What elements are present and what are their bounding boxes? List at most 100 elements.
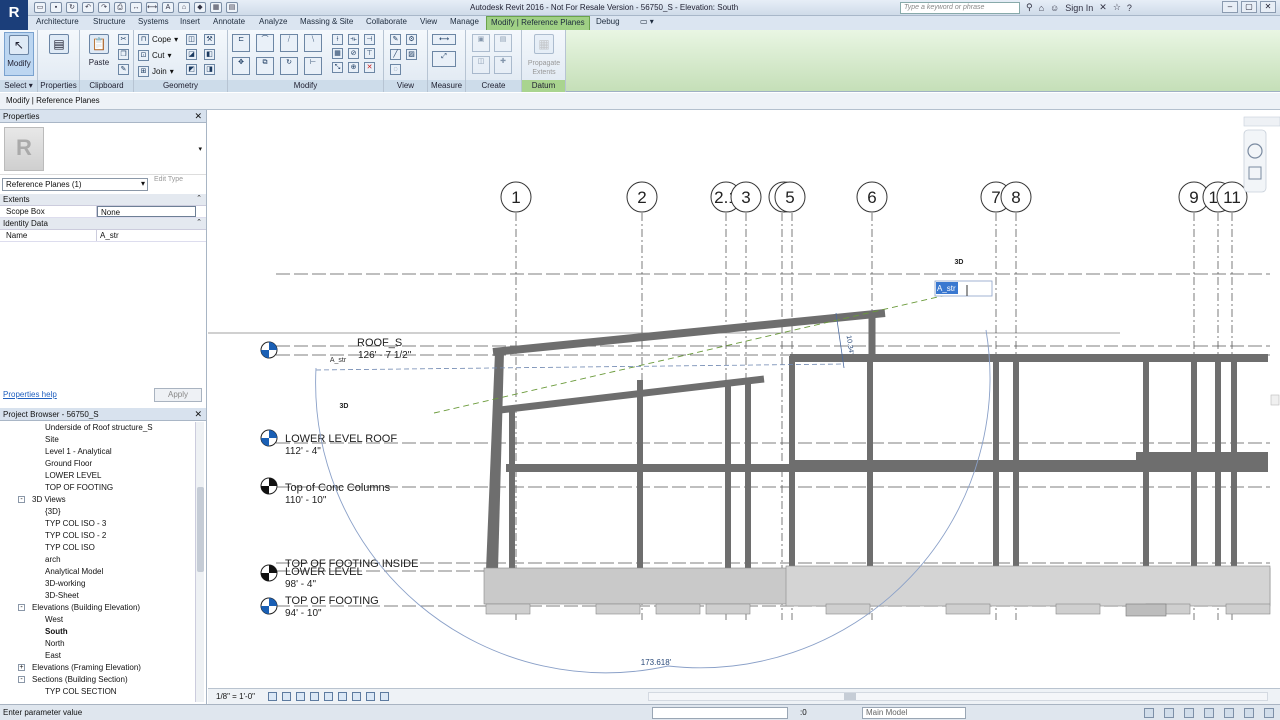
browser-item[interactable]: - Elevations (Building Elevation) — [0, 602, 196, 614]
mirror-draw-axis-icon[interactable]: ⧹ — [304, 34, 322, 52]
sun-path-icon[interactable] — [296, 692, 305, 701]
unpin-icon[interactable]: ⊘ — [348, 48, 359, 59]
view-settings-icon[interactable]: ⚙ — [406, 34, 417, 45]
tab-structure[interactable]: Structure — [93, 17, 125, 26]
workset-field[interactable] — [652, 707, 788, 719]
help-icon[interactable]: ? — [1127, 3, 1132, 13]
type-dropdown-icon[interactable]: ▾ — [198, 145, 202, 153]
browser-item[interactable]: - Sections (Building Section) — [0, 674, 196, 686]
modify-button[interactable]: ↖ Modify — [4, 32, 34, 76]
mirror-pick-axis-icon[interactable]: ⧸ — [280, 34, 298, 52]
browser-item[interactable]: West — [0, 614, 196, 626]
paint-icon[interactable]: ◩ — [186, 64, 197, 75]
cut-geometry-button[interactable]: ⊡ Cut ▾ — [138, 50, 171, 61]
close-icon[interactable]: ✕ — [1260, 1, 1276, 13]
tab-overflow-icon[interactable]: ▭ ▾ — [640, 17, 654, 26]
section-icon[interactable]: ◆ — [194, 2, 206, 13]
create-group-icon[interactable]: ◫ — [472, 56, 490, 74]
browser-item[interactable]: TYP COL ISO - 2 — [0, 530, 196, 542]
join-button[interactable]: ⊞ Join ▾ — [138, 66, 174, 77]
tab-insert[interactable]: Insert — [180, 17, 200, 26]
browser-item[interactable]: Ground Floor — [0, 458, 196, 470]
split-gap-icon[interactable]: ⟛ — [348, 34, 359, 45]
browser-item[interactable]: TOP OF FOOTING — [0, 482, 196, 494]
select-panel-label[interactable]: Select ▾ — [0, 80, 37, 92]
drag-elements-icon[interactable] — [1244, 708, 1254, 718]
exchange-icon[interactable]: ✕ — [1099, 2, 1107, 13]
visual-style-icon[interactable] — [282, 692, 291, 701]
match-type-icon[interactable]: ✎ — [118, 64, 129, 75]
browser-item[interactable]: Underside of Roof structure_S — [0, 422, 196, 434]
horizontal-scrollbar[interactable] — [648, 692, 1268, 701]
select-underlay-icon[interactable] — [1184, 708, 1194, 718]
elevation-drawing[interactable]: 122.134567891011ROOF_S126' - 7 1/2"LOWER… — [208, 110, 1280, 688]
tab-massing-site[interactable]: Massing & Site — [300, 17, 353, 26]
collapse-node-icon[interactable]: - — [18, 496, 25, 503]
minimize-icon[interactable]: – — [1222, 1, 1238, 13]
model-field[interactable]: Main Model — [862, 707, 966, 719]
select-links-icon[interactable] — [1164, 708, 1174, 718]
delete-icon[interactable]: ✕ — [364, 62, 375, 73]
horizontal-scroll-thumb[interactable] — [844, 693, 856, 700]
name-field[interactable]: A_str — [97, 230, 206, 241]
filter-icon[interactable] — [1264, 708, 1274, 718]
propagate-extents-button[interactable]: ▦ Propagate Extents — [526, 32, 562, 76]
remove-paint-icon[interactable]: ◧ — [204, 49, 215, 60]
create-similar-icon[interactable]: ✚ — [494, 56, 512, 74]
browser-item[interactable]: arch — [0, 554, 196, 566]
redo-icon[interactable]: ↷ — [98, 2, 110, 13]
browser-item[interactable]: Level 1 - Analytical — [0, 446, 196, 458]
browser-item[interactable]: Site — [0, 434, 196, 446]
browser-item[interactable]: + Elevations (Framing Elevation) — [0, 662, 196, 674]
browser-item[interactable]: -3D Views — [0, 494, 196, 506]
tab-architecture[interactable]: Architecture — [36, 17, 79, 26]
3d-view-icon[interactable]: ⌂ — [178, 2, 190, 13]
prop-group-extents[interactable]: Extents ⌃ — [0, 194, 206, 206]
type-properties-button[interactable]: ▤ — [44, 32, 74, 76]
view-scale[interactable]: 1/8" = 1'-0" — [216, 692, 255, 701]
aligned-dimension-icon[interactable]: ⤢ — [432, 51, 456, 67]
collapse-node-icon[interactable]: - — [18, 676, 25, 683]
paint-by-element-icon[interactable]: ▨ — [406, 49, 417, 60]
close-project-browser-icon[interactable]: ✕ — [194, 409, 202, 420]
help-search-input[interactable]: Type a keyword or phrase — [900, 2, 1020, 14]
star-icon[interactable]: ☆ — [1113, 2, 1121, 13]
detail-level-icon[interactable] — [268, 692, 277, 701]
browser-item[interactable]: TYP COL SECTION — [0, 686, 196, 698]
browser-item[interactable]: 3D-Sheet — [0, 590, 196, 602]
create-parts-icon[interactable]: ▤ — [494, 34, 512, 52]
split-face-icon[interactable]: ◪ — [186, 49, 197, 60]
copy-icon[interactable]: ❐ — [118, 49, 129, 60]
trim-single-icon[interactable]: ⊤ — [364, 48, 375, 59]
edit-type-button[interactable]: Edit Type — [154, 176, 183, 183]
shadows-icon[interactable] — [310, 692, 319, 701]
tab-systems[interactable]: Systems — [138, 17, 169, 26]
drawing-area[interactable]: 122.134567891011ROOF_S126' - 7 1/2"LOWER… — [208, 110, 1280, 688]
sync-icon[interactable]: ↻ — [66, 2, 78, 13]
switch-windows-icon[interactable]: ▤ — [226, 2, 238, 13]
print-icon[interactable]: ⎙ — [114, 2, 126, 13]
tab-view[interactable]: View — [420, 17, 437, 26]
select-by-face-icon[interactable] — [1224, 708, 1234, 718]
collapse-node-icon[interactable]: - — [18, 604, 25, 611]
text-icon[interactable]: A — [162, 2, 174, 13]
browser-item[interactable]: East — [0, 650, 196, 662]
show-crop-icon[interactable] — [338, 692, 347, 701]
tab-annotate[interactable]: Annotate — [213, 17, 245, 26]
properties-help-link[interactable]: Properties help — [3, 390, 57, 399]
reveal-hidden-icon[interactable] — [366, 692, 375, 701]
open-icon[interactable]: ▭ — [34, 2, 46, 13]
measure-icon[interactable]: ↔ — [130, 2, 142, 13]
move-icon[interactable]: ✥ — [232, 57, 250, 75]
measure-between-icon[interactable]: ⟷ — [432, 34, 456, 45]
apply-button[interactable]: Apply — [154, 388, 202, 402]
browser-item[interactable]: North — [0, 638, 196, 650]
override-graphics-icon[interactable]: ✎ — [390, 34, 401, 45]
save-icon[interactable]: ▪ — [50, 2, 62, 13]
binoculars-icon[interactable]: ⚲ — [1026, 2, 1033, 13]
browser-item[interactable]: South — [0, 626, 196, 638]
offset-icon[interactable]: ⌒ — [256, 34, 274, 52]
close-properties-icon[interactable]: ✕ — [194, 111, 202, 122]
wall-joins-icon[interactable]: ◫ — [186, 34, 197, 45]
trim-extend-icon[interactable]: ⊢ — [304, 57, 322, 75]
